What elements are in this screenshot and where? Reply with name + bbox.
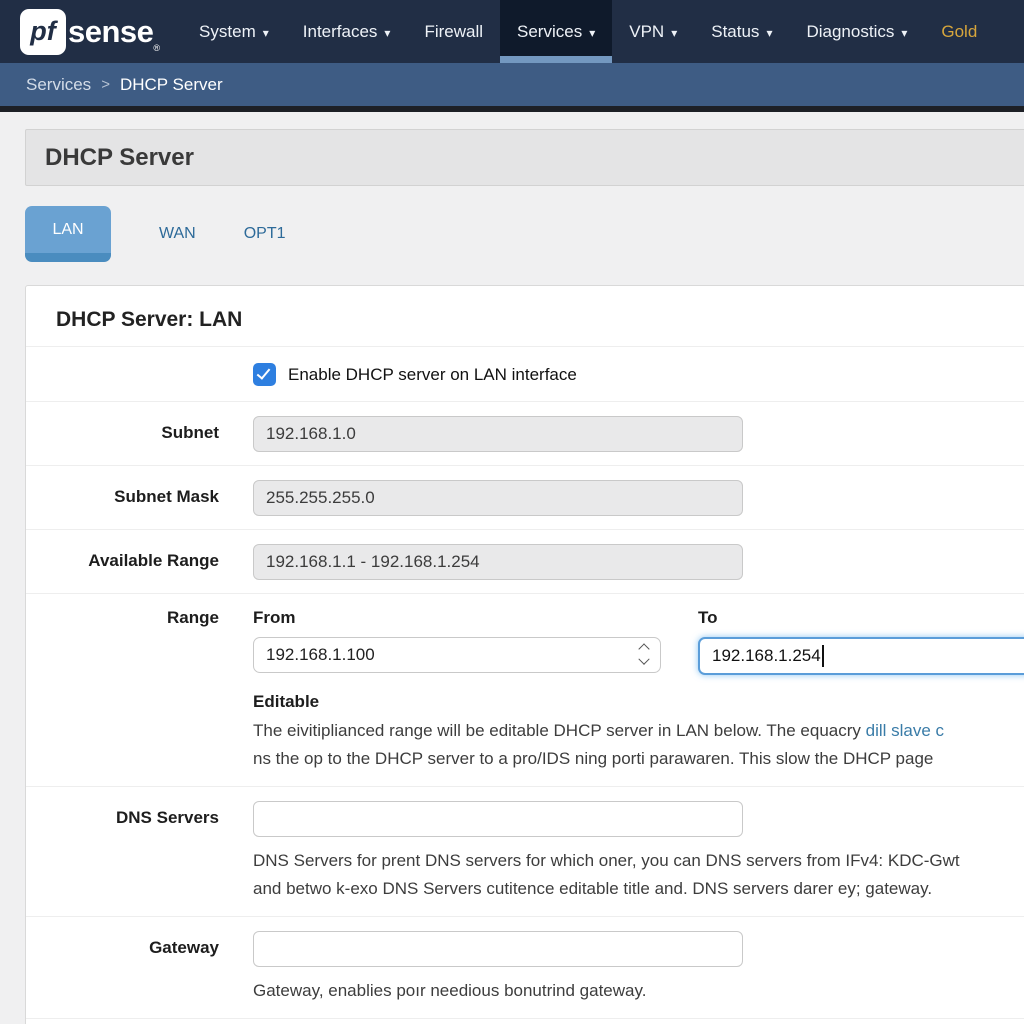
breadcrumb-parent[interactable]: Services — [26, 75, 91, 95]
gateway-description: Gateway, enablies poır needious bonutrin… — [253, 977, 1024, 1005]
nav-item-diagnostics[interactable]: Diagnostics ▾ — [789, 0, 924, 63]
dns-servers-label: DNS Servers — [56, 801, 219, 903]
gateway-input[interactable] — [253, 931, 743, 967]
enable-dhcp-row: Enable DHCP server on LAN interface — [26, 346, 1024, 401]
enable-dhcp-label: Enable DHCP server on LAN interface — [288, 365, 577, 385]
dns-description-line2: and betwo k-exo DNS Servers cutitence ed… — [253, 875, 1024, 903]
nav-item-interfaces[interactable]: Interfaces ▾ — [286, 0, 408, 63]
page-header-panel: DHCP Server — [25, 129, 1024, 186]
chevron-down-icon: ▾ — [384, 26, 390, 40]
subnet-mask-input — [253, 480, 743, 516]
domain-row: Domain — [26, 1018, 1024, 1024]
available-range-input — [253, 544, 743, 580]
chevron-down-icon: ▾ — [671, 26, 677, 40]
breadcrumb-separator-icon: > — [101, 76, 110, 93]
dns-servers-row: DNS Servers DNS Servers for prent DNS se… — [26, 786, 1024, 916]
editable-description-line2: ns the op to the DHCP server to a pro/ID… — [253, 745, 1024, 773]
range-from-label: From — [253, 608, 661, 628]
subnet-row: Subnet — [26, 401, 1024, 465]
dns-servers-input[interactable] — [253, 801, 743, 837]
gateway-label: Gateway — [56, 931, 219, 1005]
range-label: Range — [56, 608, 219, 773]
enable-dhcp-checkbox[interactable] — [253, 363, 276, 386]
chevron-down-icon: ▾ — [901, 26, 907, 40]
available-range-row: Available Range — [26, 529, 1024, 593]
subnet-mask-row: Subnet Mask — [26, 465, 1024, 529]
editable-description-line1: The eivitiplianced range will be editabl… — [253, 717, 1024, 745]
editable-help-block: Editable The eivitiplianced range will b… — [253, 692, 1024, 773]
range-row: Range From 192.168.1.100 To — [26, 593, 1024, 786]
editable-description-link[interactable]: dill slave c — [866, 721, 944, 740]
nav-item-vpn[interactable]: VPN ▾ — [612, 0, 694, 63]
dhcp-settings-card: DHCP Server: LAN Enable DHCP server on L… — [25, 285, 1024, 1024]
header-shadow — [0, 106, 1024, 112]
active-nav-indicator — [500, 56, 612, 63]
range-to-label: To — [698, 608, 1024, 628]
chevron-down-icon: ▾ — [589, 26, 595, 40]
breadcrumb-current: DHCP Server — [120, 75, 223, 95]
subnet-input — [253, 416, 743, 452]
nav-item-gold[interactable]: Gold — [924, 0, 994, 63]
page-title: DHCP Server — [45, 144, 194, 172]
tab-opt1[interactable]: OPT1 — [244, 225, 286, 243]
top-navbar: pf sense ® System ▾ Interfaces ▾ Firewal… — [0, 0, 1024, 63]
nav-item-services[interactable]: Services ▾ — [500, 0, 612, 63]
tab-wan[interactable]: WAN — [159, 225, 196, 243]
nav-item-status[interactable]: Status ▾ — [694, 0, 789, 63]
available-range-label: Available Range — [56, 544, 219, 580]
chevron-down-icon: ▾ — [766, 26, 772, 40]
chevron-down-icon — [638, 654, 649, 665]
pfsense-logo[interactable]: pf sense ® — [20, 0, 160, 63]
range-to-input[interactable]: 192.168.1.254 — [698, 637, 1024, 675]
nav-item-firewall[interactable]: Firewall — [407, 0, 500, 63]
breadcrumb: Services > DHCP Server — [0, 63, 1024, 106]
interface-tabs: LAN WAN OPT1 — [25, 206, 1024, 262]
section-title: DHCP Server: LAN — [26, 286, 1024, 346]
registered-mark-icon: ® — [153, 43, 160, 53]
gateway-row: Gateway Gateway, enablies poır needious … — [26, 916, 1024, 1018]
editable-title: Editable — [253, 692, 1024, 712]
stepper-icon[interactable] — [640, 645, 648, 666]
text-cursor — [822, 645, 824, 667]
pfsense-logo-text: sense — [68, 14, 153, 50]
nav-item-system[interactable]: System ▾ — [182, 0, 286, 63]
range-from-input[interactable]: 192.168.1.100 — [253, 637, 661, 673]
pfsense-logo-mark: pf — [20, 9, 66, 55]
dns-description-line1: DNS Servers for prent DNS servers for wh… — [253, 847, 1024, 875]
subnet-mask-label: Subnet Mask — [56, 480, 219, 516]
chevron-down-icon: ▾ — [263, 26, 269, 40]
tab-lan[interactable]: LAN — [25, 206, 111, 262]
check-icon — [257, 365, 271, 379]
subnet-label: Subnet — [56, 416, 219, 452]
